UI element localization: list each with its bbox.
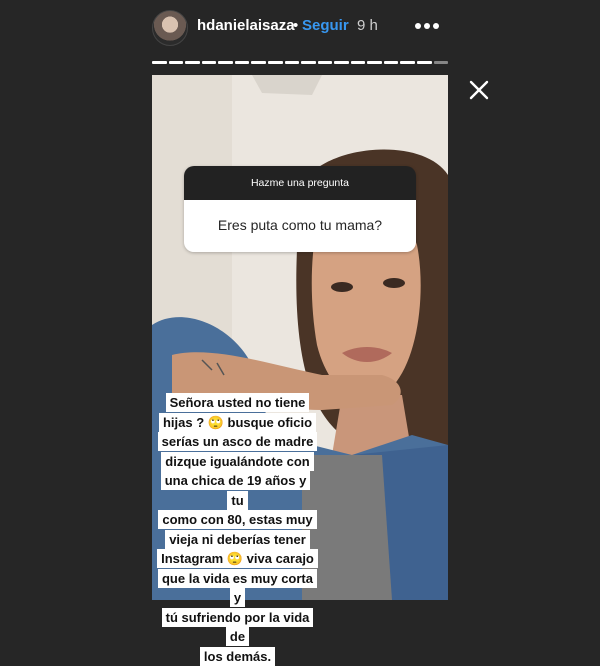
avatar[interactable] bbox=[152, 10, 188, 46]
follow-button[interactable]: Seguir bbox=[302, 17, 349, 34]
progress-segment bbox=[334, 61, 349, 64]
reply-line: los demás. bbox=[199, 646, 276, 666]
progress-segment bbox=[417, 61, 432, 64]
progress-segment bbox=[383, 61, 399, 64]
progress-segment bbox=[201, 61, 217, 64]
reply-text: Señora usted no tiene hijas ? 🙄 busque of… bbox=[155, 393, 320, 666]
progress-segment bbox=[185, 61, 200, 64]
reply-line: que la vida es muy corta y bbox=[157, 568, 317, 607]
separator-dot: • bbox=[293, 17, 299, 34]
reply-line: Instagram 🙄 viva carajo bbox=[157, 549, 318, 568]
reply-line: tú sufriendo por la vida de bbox=[161, 607, 314, 646]
progress-segment bbox=[218, 61, 233, 64]
progress-segment bbox=[301, 61, 316, 64]
reply-line: dizque igualándote con bbox=[161, 451, 314, 471]
progress-segment bbox=[267, 61, 283, 64]
progress-segment bbox=[350, 61, 366, 64]
reply-line: una chica de 19 años y tu bbox=[160, 471, 311, 510]
close-icon[interactable] bbox=[468, 79, 490, 101]
more-horizontal-icon[interactable] bbox=[414, 16, 440, 36]
reply-line: serías un asco de madre bbox=[157, 432, 318, 451]
reply-line: vieja ni deberías tener bbox=[165, 529, 310, 549]
question-title: Hazme una pregunta bbox=[184, 166, 416, 200]
question-sticker[interactable]: Hazme una pregunta Eres puta como tu mam… bbox=[184, 166, 416, 252]
reply-line: Señora usted no tiene bbox=[165, 393, 310, 412]
reply-line: como con 80, estas muy bbox=[158, 510, 317, 529]
progress-segment bbox=[367, 61, 382, 64]
progress-segment bbox=[234, 61, 250, 64]
progress-segment bbox=[317, 61, 333, 64]
progress-segment bbox=[284, 61, 300, 64]
post-time: 9 h bbox=[357, 17, 378, 34]
question-text: Eres puta como tu mama? bbox=[184, 200, 416, 252]
story-progress-bar bbox=[152, 61, 449, 64]
reply-line: hijas ? 🙄 busque oficio bbox=[158, 412, 317, 432]
story-header: hdanielaisaza • Seguir 9 h bbox=[0, 0, 600, 56]
username[interactable]: hdanielaisaza bbox=[197, 17, 295, 34]
progress-segment bbox=[152, 61, 167, 64]
progress-segment bbox=[251, 61, 266, 64]
progress-segment bbox=[433, 61, 449, 64]
progress-segment bbox=[168, 61, 184, 64]
progress-segment bbox=[400, 61, 415, 64]
